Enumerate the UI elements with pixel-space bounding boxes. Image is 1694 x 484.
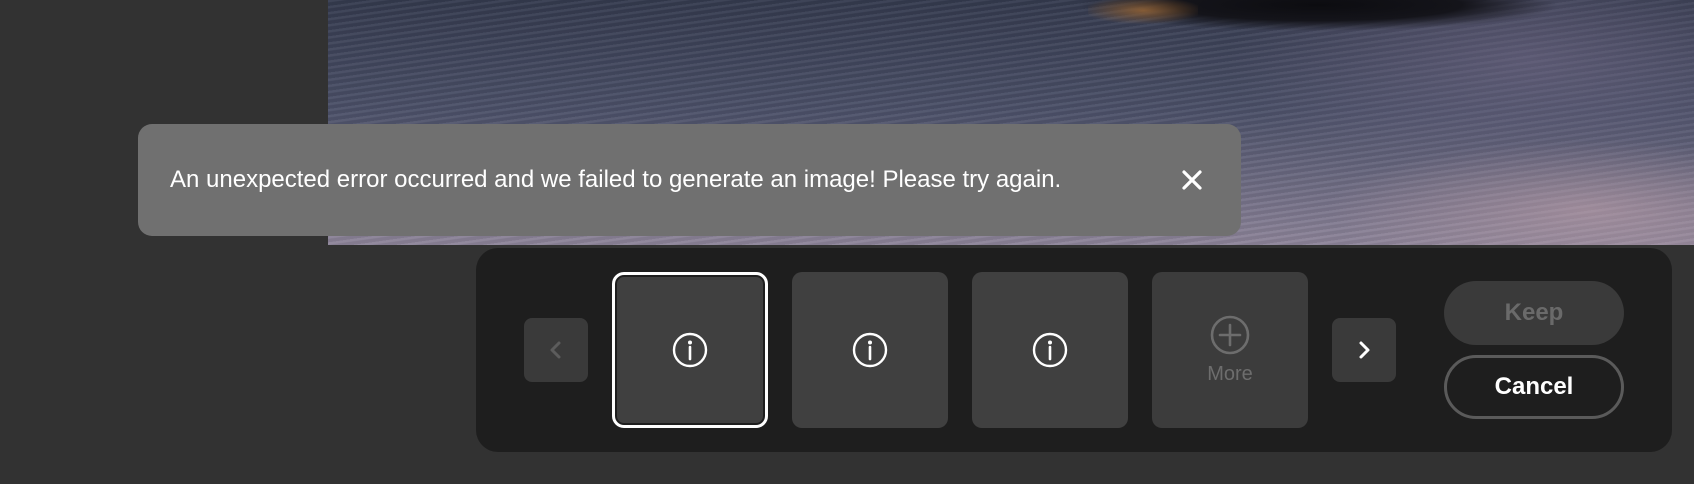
toast-message: An unexpected error occurred and we fail… <box>170 166 1062 193</box>
chevron-right-icon <box>1359 341 1370 359</box>
variation-thumbnail-2[interactable] <box>792 272 948 428</box>
chevron-left-icon <box>550 341 561 359</box>
variation-thumbnail-3[interactable] <box>972 272 1128 428</box>
next-button[interactable] <box>1332 318 1396 382</box>
image-detail <box>1088 0 1198 26</box>
more-variations-button[interactable]: More <box>1152 272 1308 428</box>
error-toast: An unexpected error occurred and we fail… <box>138 124 1241 236</box>
cancel-button[interactable]: Cancel <box>1444 355 1624 419</box>
variations-panel: More Keep Cancel <box>476 248 1672 452</box>
keep-button[interactable]: Keep <box>1444 281 1624 345</box>
info-icon <box>1032 332 1068 368</box>
plus-circle-icon <box>1210 315 1250 354</box>
previous-button[interactable] <box>524 318 588 382</box>
info-icon <box>852 332 888 368</box>
close-icon[interactable] <box>1177 165 1207 195</box>
more-label: More <box>1207 362 1253 385</box>
info-icon <box>672 332 708 368</box>
variation-thumbnail-1[interactable] <box>612 272 768 428</box>
